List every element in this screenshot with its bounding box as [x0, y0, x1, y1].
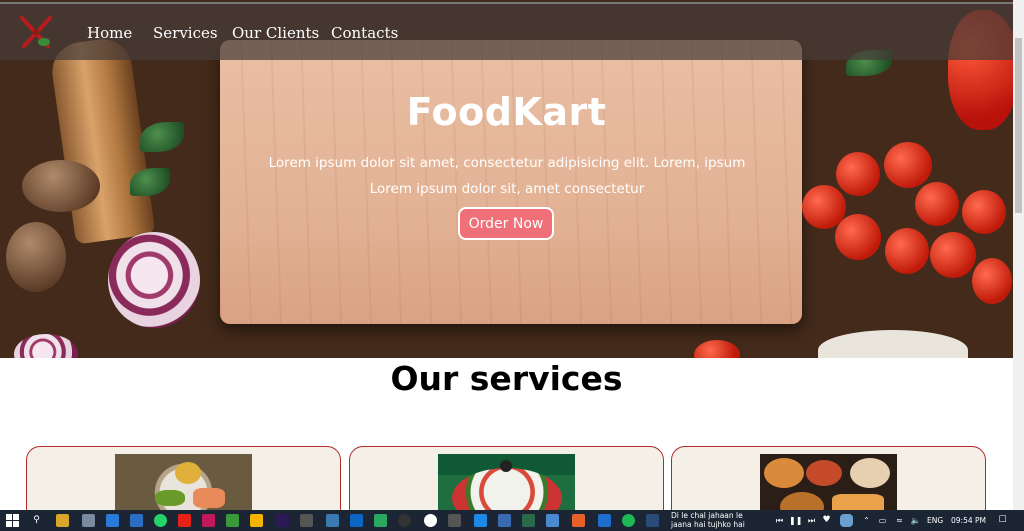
- mushroom-image: [6, 222, 66, 292]
- nav-home-link[interactable]: Home: [87, 24, 132, 42]
- cherry-tomato-image: [884, 142, 932, 188]
- heart-icon[interactable]: ♥: [820, 514, 833, 527]
- vscode-icon[interactable]: [130, 514, 143, 527]
- previous-track-icon[interactable]: ⏮: [773, 514, 786, 527]
- cherry-tomato-image: [972, 258, 1012, 304]
- chrome-icon[interactable]: [424, 514, 437, 527]
- notion-icon[interactable]: [300, 514, 313, 527]
- app-icon[interactable]: [448, 514, 461, 527]
- app-icon[interactable]: [82, 514, 95, 527]
- media-title-line: jaana hai tujhko hai: [671, 520, 745, 529]
- volume-icon[interactable]: 🔈: [909, 514, 922, 527]
- scrollbar-thumb[interactable]: [1015, 38, 1022, 213]
- app-icon[interactable]: [374, 514, 387, 527]
- app-icon[interactable]: [598, 514, 611, 527]
- pause-icon[interactable]: ❚❚: [789, 514, 802, 527]
- notification-icon[interactable]: ☐: [996, 514, 1009, 527]
- chevron-up-icon[interactable]: ⌃: [860, 514, 873, 527]
- cherry-tomato-image: [836, 152, 880, 196]
- battery-icon[interactable]: ▭: [876, 514, 889, 527]
- app-icon[interactable]: [572, 514, 585, 527]
- media-title-line: Di le chal jahaan le: [671, 511, 743, 520]
- crossed-utensils-icon[interactable]: [16, 12, 56, 52]
- page-scrollbar[interactable]: [1013, 0, 1024, 510]
- mail-icon[interactable]: [106, 514, 119, 527]
- premiere-icon[interactable]: [276, 514, 289, 527]
- hero-description-line: Lorem ipsum dolor sit amet, consectetur …: [268, 155, 746, 171]
- app-icon[interactable]: [474, 514, 487, 527]
- app-icon[interactable]: [226, 514, 239, 527]
- app-icon[interactable]: [498, 514, 511, 527]
- spotify-icon[interactable]: [622, 514, 635, 527]
- onion-image: [14, 334, 78, 358]
- photos-icon[interactable]: [326, 514, 339, 527]
- mushroom-image: [22, 160, 100, 212]
- whatsapp-icon[interactable]: [154, 514, 167, 527]
- cherry-tomato-image: [915, 182, 959, 226]
- search-icon[interactable]: ⚲: [30, 514, 43, 527]
- services-heading: Our services: [390, 359, 623, 398]
- cherry-tomato-image: [694, 340, 740, 358]
- nav-our-clients-link[interactable]: Our Clients: [232, 24, 319, 42]
- app-icon[interactable]: [202, 514, 215, 527]
- file-explorer-icon[interactable]: [56, 514, 69, 527]
- windows-taskbar: ⚲ Di le chal jahaan le jaana hai tujhko …: [0, 510, 1024, 531]
- linkedin-icon[interactable]: [350, 514, 363, 527]
- onion-image: [108, 232, 200, 328]
- youtube-icon[interactable]: [178, 514, 191, 527]
- github-icon[interactable]: [398, 514, 411, 527]
- navbar: Home Services Our Clients Contacts: [0, 2, 1013, 60]
- cherry-tomato-image: [885, 228, 929, 274]
- nav-contacts-link[interactable]: Contacts: [331, 24, 398, 42]
- hero-description: Lorem ipsum dolor sit amet, consectetur …: [262, 150, 752, 202]
- app-icon[interactable]: [646, 514, 659, 527]
- wifi-icon[interactable]: ≈: [893, 514, 906, 527]
- cherry-tomato-image: [930, 232, 976, 278]
- windows-start-icon[interactable]: [6, 514, 19, 527]
- hero-title: FoodKart: [406, 90, 607, 134]
- egg-bowl-image: [818, 330, 968, 358]
- cherry-tomato-image: [962, 190, 1006, 234]
- app-icon[interactable]: [546, 514, 559, 527]
- nav-services-link[interactable]: Services: [153, 24, 218, 42]
- cherry-tomato-image: [835, 214, 881, 260]
- hero-description-line: Lorem ipsum dolor sit, amet consectetur: [369, 181, 645, 197]
- next-track-icon[interactable]: ⏭: [805, 514, 818, 527]
- cloud-icon[interactable]: [840, 514, 853, 527]
- app-icon[interactable]: [522, 514, 535, 527]
- clock-time[interactable]: 09:54 PM: [951, 516, 986, 525]
- language-indicator[interactable]: ENG: [927, 516, 943, 525]
- basil-leaf-image: [130, 168, 170, 196]
- google-drive-icon[interactable]: [250, 514, 263, 527]
- order-now-button[interactable]: Order Now: [458, 207, 554, 240]
